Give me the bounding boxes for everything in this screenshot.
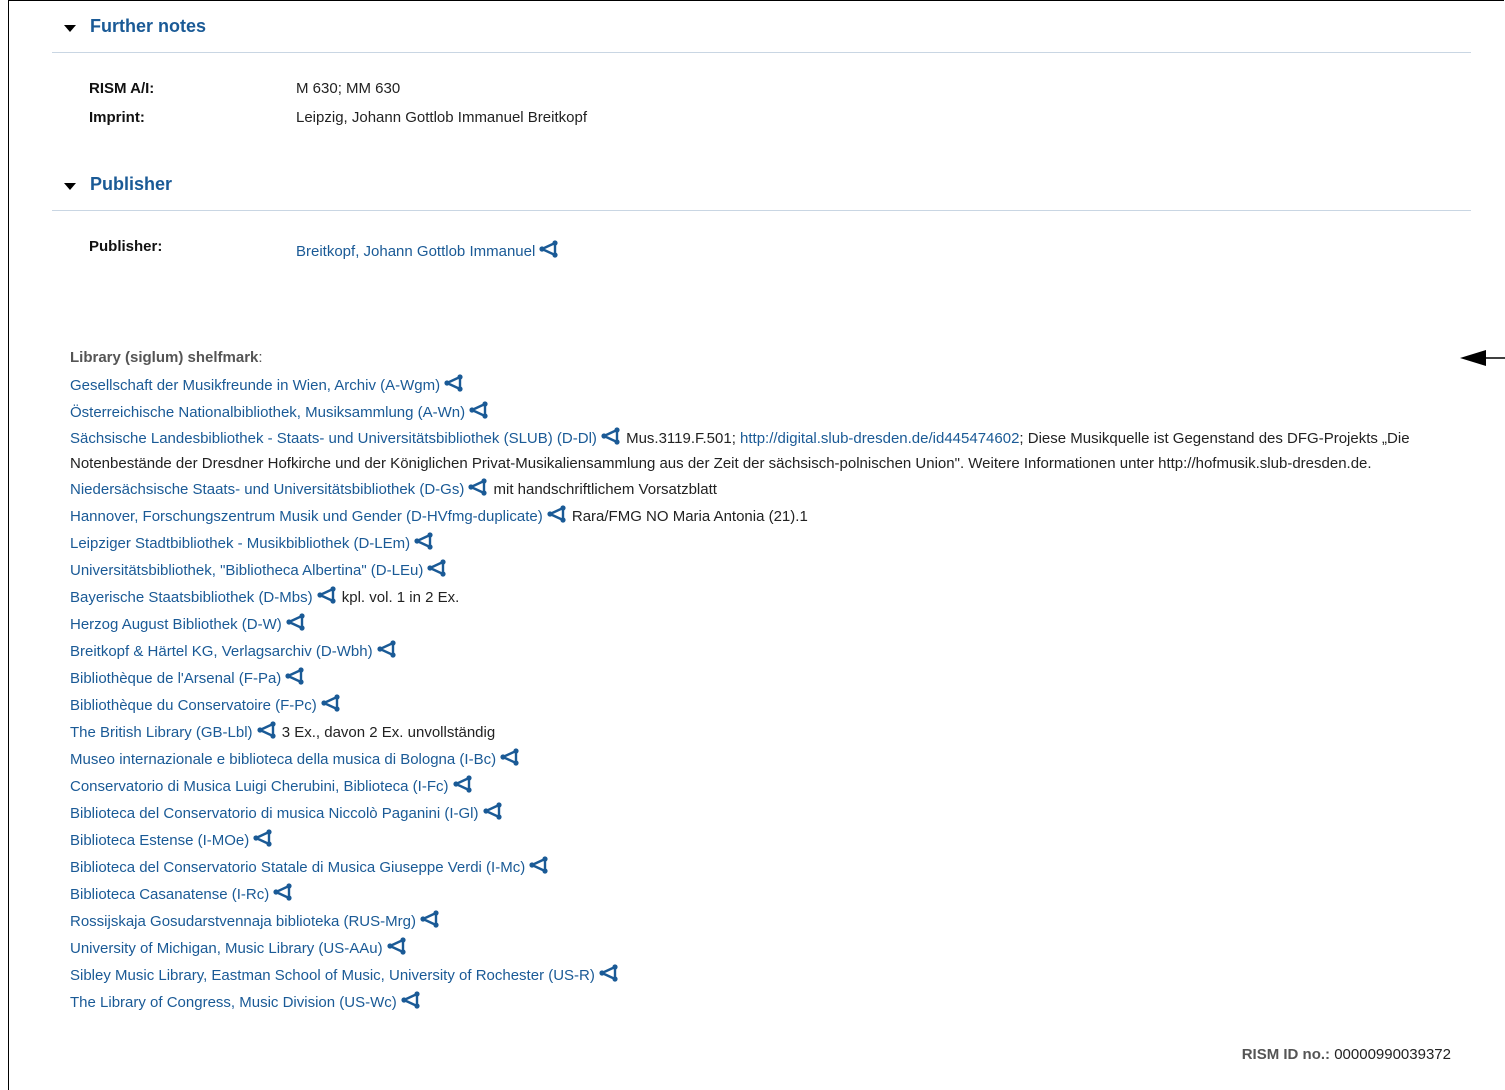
- publisher-header[interactable]: Publisher: [52, 170, 1471, 211]
- library-link[interactable]: Sächsische Landesbibliothek - Staats- un…: [70, 430, 597, 447]
- share-icon[interactable]: [452, 775, 474, 793]
- library-note: Mus.3119.F.501;: [621, 430, 741, 447]
- field-label: RISM A/I:: [89, 80, 155, 97]
- digital-copy-link[interactable]: http://digital.slub-dresden.de/id4454746…: [740, 430, 1019, 447]
- library-link[interactable]: Biblioteca del Conservatorio Statale di …: [70, 859, 525, 876]
- library-link[interactable]: Niedersächsische Staats- und Universität…: [70, 481, 464, 498]
- library-note: 3 Ex., davon 2 Ex. unvollständig: [277, 724, 496, 741]
- library-item: Österreichische Nationalbibliothek, Musi…: [70, 399, 1465, 426]
- library-link[interactable]: Bibliothèque de l'Arsenal (F-Pa): [70, 670, 281, 687]
- field-value: Leipzig, Johann Gottlob Immanuel Breitko…: [296, 109, 587, 126]
- share-icon[interactable]: [467, 478, 489, 496]
- library-item: Hannover, Forschungszentrum Musik und Ge…: [70, 503, 1465, 530]
- share-icon[interactable]: [285, 613, 307, 631]
- field-label: Publisher:: [89, 238, 163, 255]
- library-link[interactable]: Breitkopf & Härtel KG, Verlagsarchiv (D-…: [70, 643, 373, 660]
- field-label: Imprint:: [89, 109, 145, 126]
- library-item: Biblioteca del Conservatorio di musica N…: [70, 800, 1465, 827]
- library-link[interactable]: Hannover, Forschungszentrum Musik und Ge…: [70, 508, 543, 525]
- section-title[interactable]: Further notes: [90, 16, 206, 37]
- library-link[interactable]: University of Michigan, Music Library (U…: [70, 940, 383, 957]
- library-list: Gesellschaft der Musikfreunde in Wien, A…: [70, 372, 1465, 1016]
- field-value: M 630; MM 630: [296, 80, 401, 97]
- share-icon[interactable]: [272, 883, 294, 901]
- library-link[interactable]: Bayerische Staatsbibliothek (D-Mbs): [70, 589, 313, 606]
- rism-id: RISM ID no.: 00000990039372: [1242, 1046, 1451, 1063]
- field-value: Breitkopf, Johann Gottlob Immanuel: [296, 240, 560, 260]
- share-icon[interactable]: [376, 640, 398, 658]
- library-item: The British Library (GB-Lbl) 3 Ex., davo…: [70, 719, 1465, 746]
- share-icon[interactable]: [499, 748, 521, 766]
- rism-id-value: 00000990039372: [1330, 1046, 1451, 1063]
- library-item: Sächsische Landesbibliothek - Staats- un…: [70, 426, 1465, 476]
- library-link[interactable]: Biblioteca Estense (I-MOe): [70, 832, 249, 849]
- share-icon[interactable]: [386, 937, 408, 955]
- share-icon[interactable]: [284, 667, 306, 685]
- share-icon[interactable]: [419, 910, 441, 928]
- library-item: Biblioteca Casanatense (I-Rc): [70, 881, 1465, 908]
- library-item: Museo internazionale e biblioteca della …: [70, 746, 1465, 773]
- library-link[interactable]: Herzog August Bibliothek (D-W): [70, 616, 282, 633]
- section-title[interactable]: Publisher: [90, 174, 172, 195]
- library-link[interactable]: Rossijskaja Gosudarstvennaja biblioteka …: [70, 913, 416, 930]
- library-item: Breitkopf & Härtel KG, Verlagsarchiv (D-…: [70, 638, 1465, 665]
- arrow-left-icon: [1460, 350, 1505, 366]
- publisher-link[interactable]: Breitkopf, Johann Gottlob Immanuel: [296, 243, 535, 260]
- library-link[interactable]: Leipziger Stadtbibliothek - Musikbibliot…: [70, 535, 410, 552]
- library-item: Bibliothèque de l'Arsenal (F-Pa): [70, 665, 1465, 692]
- library-heading-label: Library (siglum) shelfmark: [70, 349, 259, 366]
- share-icon[interactable]: [538, 240, 560, 258]
- library-note: kpl. vol. 1 in 2 Ex.: [337, 589, 460, 606]
- share-icon[interactable]: [443, 374, 465, 392]
- share-icon[interactable]: [426, 559, 448, 577]
- further-notes-header[interactable]: Further notes: [52, 12, 1471, 53]
- share-icon[interactable]: [320, 694, 342, 712]
- library-note: mit handschriftlichem Vorsatzblatt: [489, 481, 717, 498]
- library-item: Gesellschaft der Musikfreunde in Wien, A…: [70, 372, 1465, 399]
- share-icon[interactable]: [316, 586, 338, 604]
- library-item: Biblioteca Estense (I-MOe): [70, 827, 1465, 854]
- library-link[interactable]: Biblioteca Casanatense (I-Rc): [70, 886, 269, 903]
- library-item: Sibley Music Library, Eastman School of …: [70, 962, 1465, 989]
- share-icon[interactable]: [468, 401, 490, 419]
- library-item: Leipziger Stadtbibliothek - Musikbibliot…: [70, 530, 1465, 557]
- library-item: University of Michigan, Music Library (U…: [70, 935, 1465, 962]
- share-icon[interactable]: [256, 721, 278, 739]
- share-icon[interactable]: [546, 505, 568, 523]
- rism-id-label: RISM ID no.:: [1241, 1046, 1331, 1063]
- library-link[interactable]: Sibley Music Library, Eastman School of …: [70, 967, 595, 984]
- library-link[interactable]: The Library of Congress, Music Division …: [70, 994, 397, 1011]
- library-item: The Library of Congress, Music Division …: [70, 989, 1465, 1016]
- library-note: Rara/FMG NO Maria Antonia (21).1: [567, 508, 808, 525]
- library-item: Herzog August Bibliothek (D-W): [70, 611, 1465, 638]
- share-icon[interactable]: [482, 802, 504, 820]
- library-item: Rossijskaja Gosudarstvennaja biblioteka …: [70, 908, 1465, 935]
- library-link[interactable]: Universitätsbibliothek, "Bibliotheca Alb…: [70, 562, 423, 579]
- library-item: Universitätsbibliothek, "Bibliotheca Alb…: [70, 557, 1465, 584]
- library-link[interactable]: Museo internazionale e biblioteca della …: [70, 751, 496, 768]
- share-icon[interactable]: [600, 427, 622, 445]
- library-item: Conservatorio di Musica Luigi Cherubini,…: [70, 773, 1465, 800]
- library-link[interactable]: Österreichische Nationalbibliothek, Musi…: [70, 404, 465, 421]
- library-item: Bibliothèque du Conservatoire (F-Pc): [70, 692, 1465, 719]
- library-link[interactable]: The British Library (GB-Lbl): [70, 724, 253, 741]
- library-link[interactable]: Biblioteca del Conservatorio di musica N…: [70, 805, 479, 822]
- library-item: Bayerische Staatsbibliothek (D-Mbs) kpl.…: [70, 584, 1465, 611]
- library-link[interactable]: Gesellschaft der Musikfreunde in Wien, A…: [70, 377, 440, 394]
- share-icon[interactable]: [252, 829, 274, 847]
- share-icon[interactable]: [528, 856, 550, 874]
- library-link[interactable]: Conservatorio di Musica Luigi Cherubini,…: [70, 778, 449, 795]
- library-item: Niedersächsische Staats- und Universität…: [70, 476, 1465, 503]
- library-item: Biblioteca del Conservatorio Statale di …: [70, 854, 1465, 881]
- triangle-down-icon[interactable]: [64, 25, 76, 32]
- library-heading: Library (siglum) shelfmark:: [70, 349, 263, 366]
- library-heading-colon: :: [258, 349, 263, 366]
- share-icon[interactable]: [400, 991, 422, 1009]
- share-icon[interactable]: [598, 964, 620, 982]
- triangle-down-icon[interactable]: [64, 183, 76, 190]
- share-icon[interactable]: [413, 532, 435, 550]
- library-link[interactable]: Bibliothèque du Conservatoire (F-Pc): [70, 697, 317, 714]
